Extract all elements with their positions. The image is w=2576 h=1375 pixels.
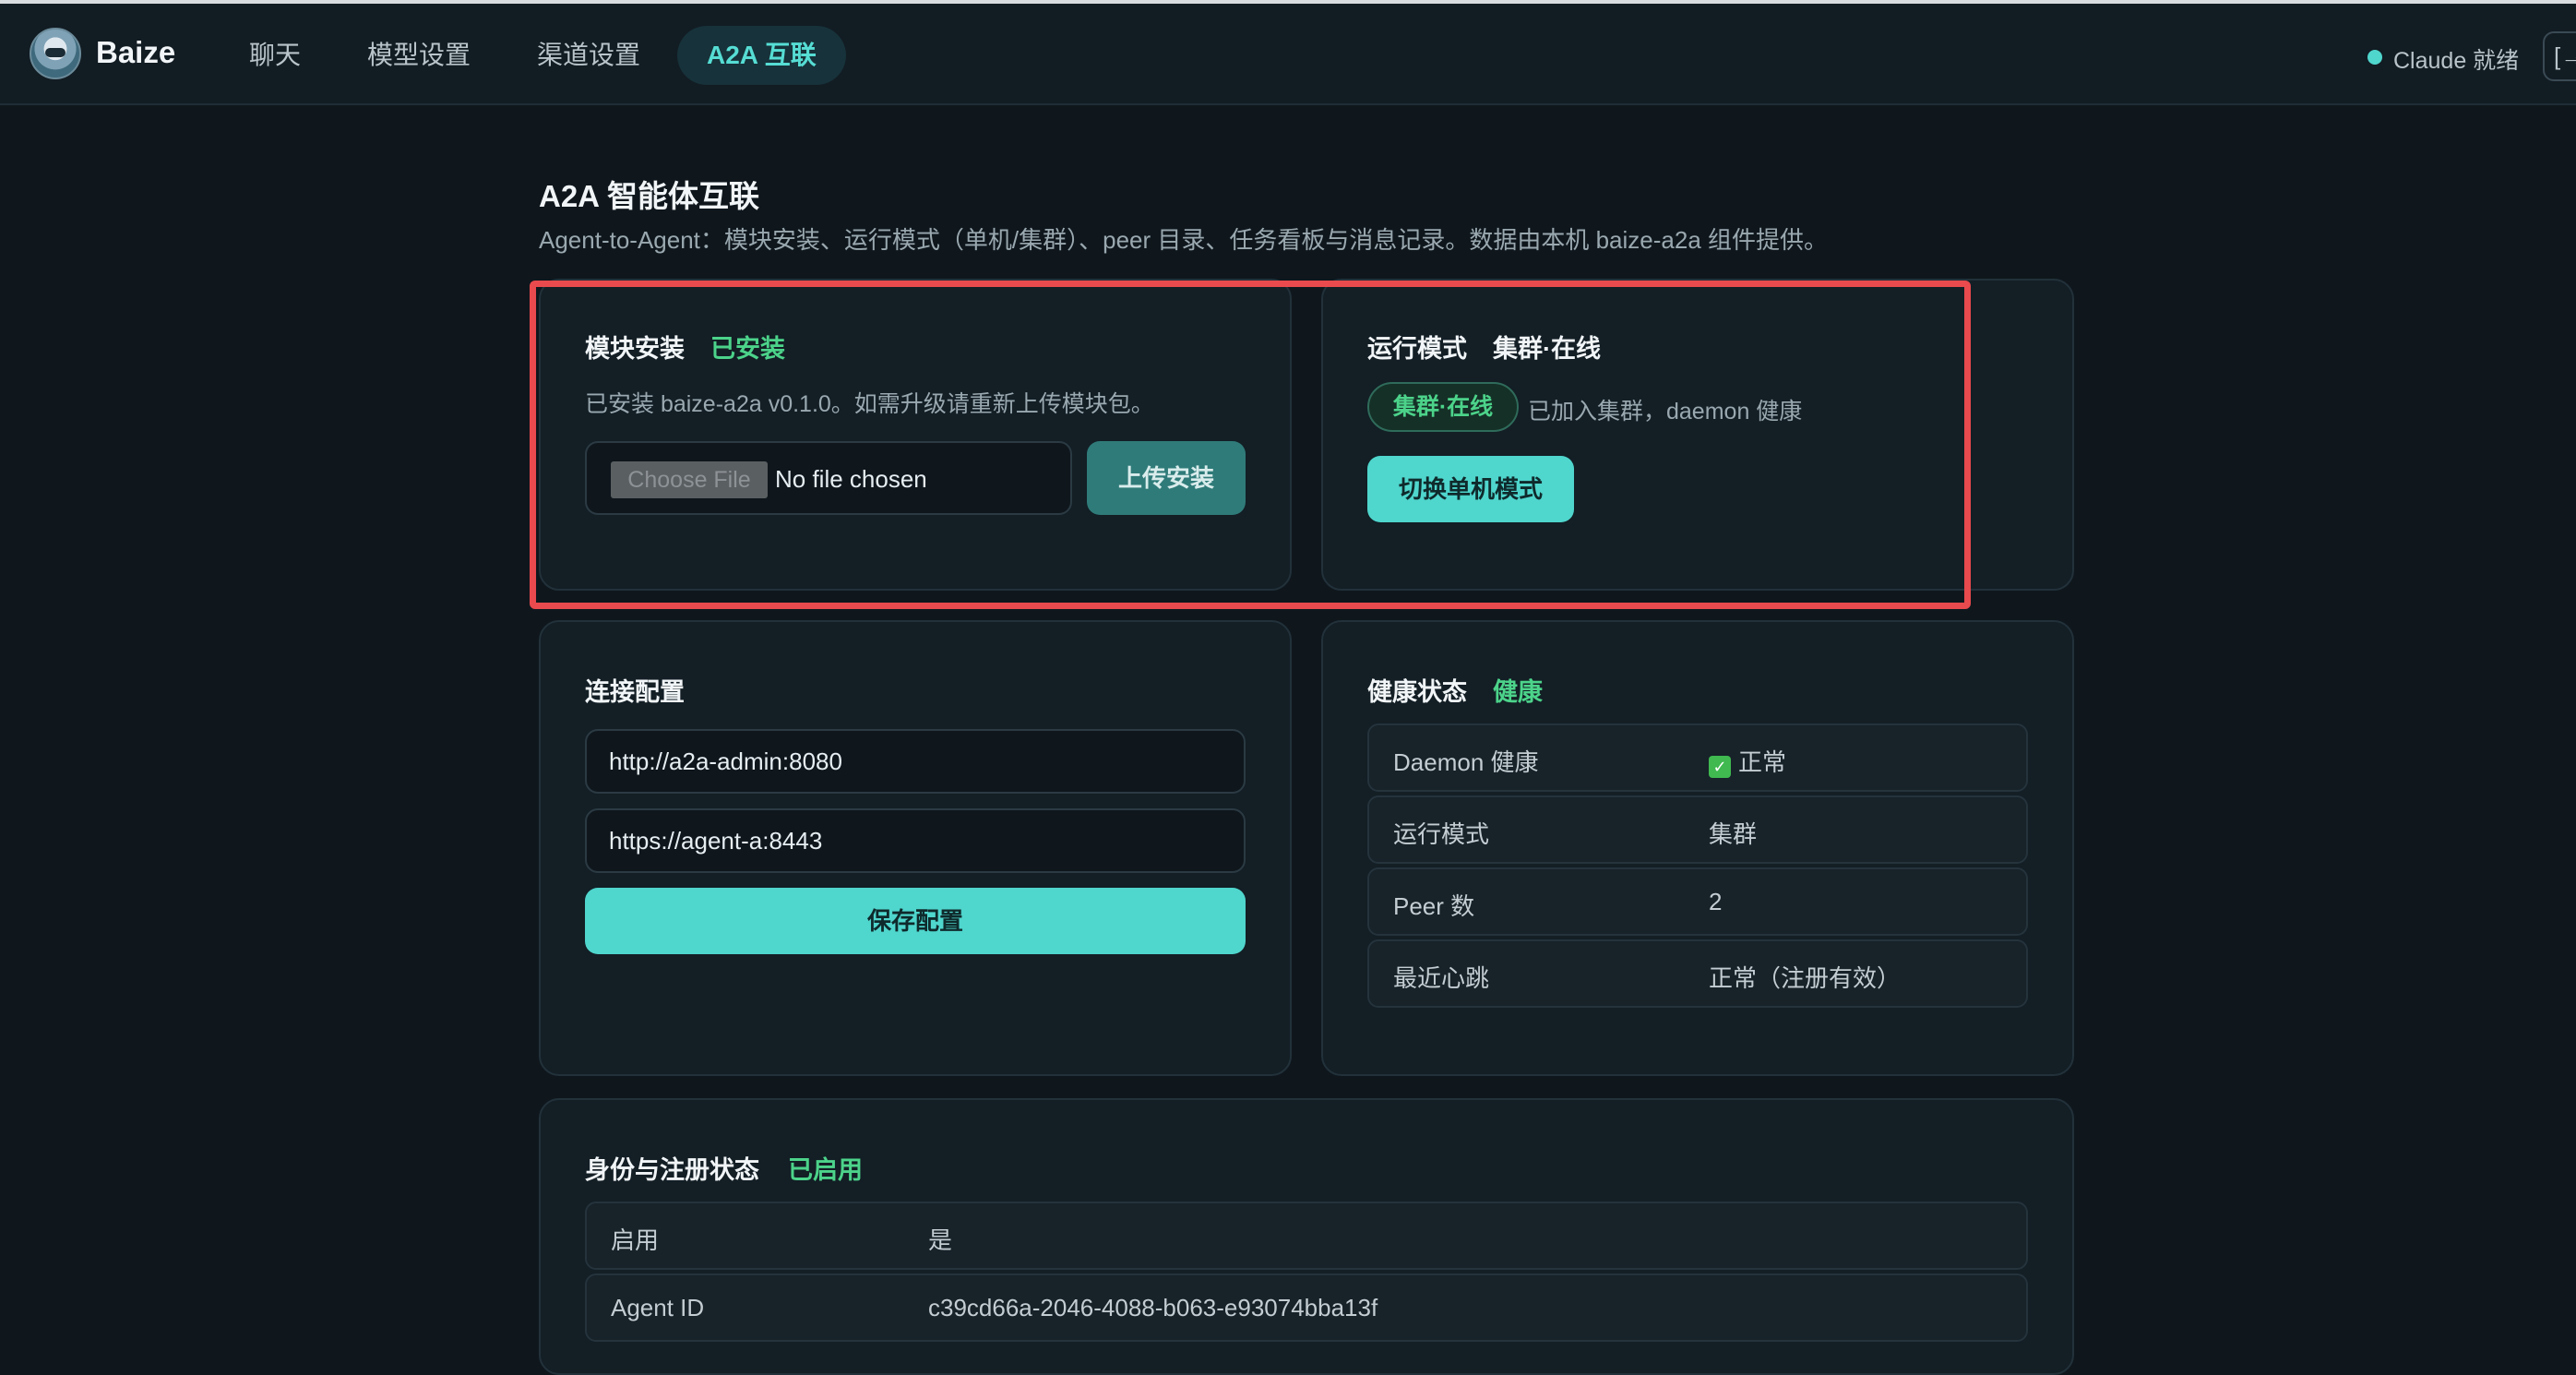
- check-icon: ✓: [1709, 756, 1731, 778]
- module-install-title: 模块安装: [585, 335, 685, 363]
- file-input[interactable]: Choose File No file chosen: [585, 441, 1072, 515]
- run-mode-title: 运行模式: [1367, 335, 1467, 363]
- status-dot-icon: [2367, 50, 2382, 65]
- identity-status-badge: 已启用: [788, 1156, 863, 1184]
- health-row-daemon: Daemon 健康 ✓ 正常: [1367, 723, 2028, 792]
- health-key: 运行模式: [1393, 820, 1490, 848]
- health-key: Peer 数: [1393, 892, 1475, 920]
- module-status-badge: 已安装: [710, 335, 785, 363]
- identity-row-agent-id: Agent ID c39cd66a-2046-4088-b063-e93074b…: [585, 1273, 2028, 1342]
- health-value: ✓ 正常: [1709, 744, 1786, 778]
- health-value-text: 正常: [1738, 748, 1787, 776]
- nav-a2a[interactable]: A2A 互联: [677, 26, 846, 85]
- page-subtitle: Agent-to-Agent：模块安装、运行模式（单机/集群）、peer 目录、…: [539, 226, 1829, 254]
- health-row-mode: 运行模式 集群: [1367, 795, 2028, 864]
- nav-chat[interactable]: 聊天: [249, 26, 301, 85]
- nav-channel-settings[interactable]: 渠道设置: [537, 26, 640, 85]
- switch-standalone-button[interactable]: 切换单机模式: [1367, 456, 1574, 522]
- save-config-button[interactable]: 保存配置: [585, 888, 1246, 954]
- connection-config-title: 连接配置: [585, 678, 685, 706]
- brand-name[interactable]: Baize: [96, 35, 175, 70]
- health-key: 最近心跳: [1393, 964, 1490, 992]
- health-status-badge: 健康: [1493, 678, 1543, 706]
- claude-status: Claude 就绪: [2393, 48, 2520, 74]
- page-title: A2A 智能体互联: [539, 179, 759, 213]
- identity-value: c39cd66a-2046-4088-b063-e93074bba13f: [928, 1294, 1378, 1321]
- top-navbar: Baize 聊天 模型设置 渠道设置 A2A 互联 Claude 就绪 [→: [0, 0, 2576, 105]
- run-mode-value: 集群·在线: [1493, 335, 1601, 363]
- health-value: 正常（注册有效）: [1709, 964, 1902, 992]
- module-install-card: [539, 279, 1292, 591]
- identity-key: 启用: [611, 1226, 660, 1254]
- cluster-status-pill: 集群·在线: [1367, 382, 1519, 432]
- run-mode-description: 已加入集群，daemon 健康: [1528, 399, 1803, 424]
- nav-model-settings[interactable]: 模型设置: [367, 26, 471, 85]
- health-value: 集群: [1709, 820, 1758, 848]
- identity-key: Agent ID: [611, 1294, 705, 1321]
- health-status-title: 健康状态: [1367, 678, 1467, 706]
- baize-logo-icon[interactable]: [30, 28, 81, 79]
- health-row-peers: Peer 数 2: [1367, 867, 2028, 936]
- choose-file-button[interactable]: Choose File: [611, 461, 768, 498]
- run-mode-card: [1321, 279, 2074, 591]
- health-value: 2: [1709, 888, 1723, 915]
- identity-value: 是: [928, 1226, 953, 1254]
- upload-install-button[interactable]: 上传安装: [1087, 441, 1246, 515]
- admin-url-input[interactable]: http://a2a-admin:8080: [585, 729, 1246, 794]
- health-key: Daemon 健康: [1393, 748, 1539, 776]
- logout-icon[interactable]: [→: [2543, 31, 2576, 81]
- file-status: No file chosen: [775, 465, 927, 493]
- identity-title: 身份与注册状态: [585, 1156, 759, 1184]
- module-description: 已安装 baize-a2a v0.1.0。如需升级请重新上传模块包。: [585, 391, 1154, 417]
- health-row-heartbeat: 最近心跳 正常（注册有效）: [1367, 939, 2028, 1008]
- agent-url-input[interactable]: https://agent-a:8443: [585, 808, 1246, 873]
- identity-row-enabled: 启用 是: [585, 1202, 2028, 1270]
